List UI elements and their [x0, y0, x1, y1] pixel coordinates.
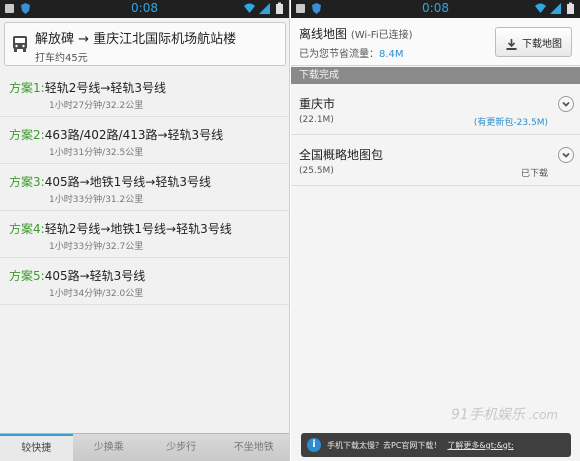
plan-route: 463路/402路/413路→轻轨3号线 [44, 128, 224, 142]
route-summary[interactable]: 解放碑 → 重庆江北国际机场航站楼 打车约45元 [4, 22, 286, 66]
download-icon [505, 36, 518, 50]
plan-item[interactable]: 方案4:轻轨2号线→地铁1号线→轻轨3号线 1小时33分钟/32.7公里 [0, 211, 289, 258]
chevron-down-icon[interactable] [558, 147, 574, 163]
signal-icon [258, 2, 271, 15]
plan-label: 方案2: [9, 128, 45, 142]
plan-item[interactable]: 方案3:405路→地铁1号线→轻轨3号线 1小时33分钟/31.2公里 [0, 164, 289, 211]
download-map-label: 下载地图 [522, 38, 562, 50]
learn-more-link[interactable]: 了解更多&gt;&gt; [447, 440, 513, 451]
map-name: 重庆市 [299, 97, 336, 111]
map-name: 全国概略地图包 [299, 148, 384, 162]
plan-route: 405路→轻轨3号线 [44, 269, 146, 283]
saved-label: 已为您节省流量： [299, 49, 379, 60]
plan-meta: 1小时34分钟/32.0公里 [49, 289, 144, 299]
plan-meta: 1小时31分钟/32.5公里 [49, 148, 144, 158]
map-update-status: (有更新包-23.5M) [473, 118, 548, 128]
bus-icon [11, 35, 29, 53]
plan-meta: 1小时33分钟/32.7公里 [49, 242, 144, 252]
plan-list: 方案1:轻轨2号线→轻轨3号线 1小时27分钟/32.2公里 方案2:463路/… [0, 70, 289, 305]
offline-map-header: 离线地图 (Wi-Fi已连接) 已为您节省流量：8.4M 下载地图 [291, 18, 580, 66]
offline-map-panel: 0:08 离线地图 (Wi-Fi已连接) 已为您节省流量：8.4M 下载地图 下… [291, 0, 580, 461]
plan-meta: 1小时27分钟/32.2公里 [49, 101, 144, 111]
battery-icon [273, 2, 286, 15]
plan-route: 轻轨2号线→轻轨3号线 [44, 81, 167, 95]
plan-item[interactable]: 方案5:405路→轻轨3号线 1小时34分钟/32.0公里 [0, 258, 289, 305]
plan-route: 轻轨2号线→地铁1号线→轻轨3号线 [44, 222, 232, 236]
info-icon: i [307, 438, 321, 452]
plan-label: 方案4: [9, 222, 45, 236]
chevron-down-icon[interactable] [558, 96, 574, 112]
signal-icon [549, 2, 562, 15]
map-item-chongqing[interactable]: 重庆市 (22.1M) (有更新包-23.5M) [291, 85, 580, 135]
toast-text: 手机下载太慢？去PC官网下载！ [327, 440, 442, 450]
watermark: 91手机娱乐 .com [451, 407, 559, 423]
wifi-status: (Wi-Fi已连接) [350, 30, 413, 41]
map-download-status: 已下载 [520, 169, 548, 179]
status-bar: 0:08 [0, 0, 289, 18]
map-size: (22.1M) [299, 115, 334, 125]
plan-item[interactable]: 方案2:463路/402路/413路→轻轨3号线 1小时31分钟/32.5公里 [0, 117, 289, 164]
tab-no-subway[interactable]: 不坐地铁 [218, 434, 290, 461]
tab-fewer-transfers[interactable]: 少换乘 [73, 434, 146, 461]
battery-icon [564, 2, 577, 15]
download-tip-toast: i 手机下载太慢？去PC官网下载！ 了解更多&gt;&gt; [301, 433, 571, 457]
plan-label: 方案1: [9, 81, 45, 95]
taxi-fare: 打车约45元 [35, 53, 88, 64]
plan-label: 方案3: [9, 175, 45, 189]
plan-route: 405路→地铁1号线→轻轨3号线 [44, 175, 211, 189]
plan-label: 方案5: [9, 269, 45, 283]
saved-value: 8.4M [379, 49, 404, 60]
section-downloaded: 下载完成 [291, 67, 580, 84]
page-title: 离线地图 [299, 27, 348, 41]
status-bar: 0:08 [291, 0, 580, 18]
wifi-icon [243, 2, 256, 15]
map-size: (25.5M) [299, 166, 334, 176]
tab-less-walking[interactable]: 少步行 [145, 434, 218, 461]
tab-fastest[interactable]: 较快捷 [0, 434, 73, 461]
download-map-button[interactable]: 下载地图 [495, 27, 572, 57]
map-item-national[interactable]: 全国概略地图包 (25.5M) 已下载 [291, 136, 580, 186]
sort-tabs: 较快捷 少换乘 少步行 不坐地铁 [0, 433, 290, 461]
plan-meta: 1小时33分钟/31.2公里 [49, 195, 144, 205]
wifi-icon [534, 2, 547, 15]
plan-item[interactable]: 方案1:轻轨2号线→轻轨3号线 1小时27分钟/32.2公里 [0, 70, 289, 117]
route-panel: 0:08 解放碑 → 重庆江北国际机场航站楼 打车约45元 方案1:轻轨2号线→… [0, 0, 290, 461]
route-title: 解放碑 → 重庆江北国际机场航站楼 [35, 32, 237, 47]
